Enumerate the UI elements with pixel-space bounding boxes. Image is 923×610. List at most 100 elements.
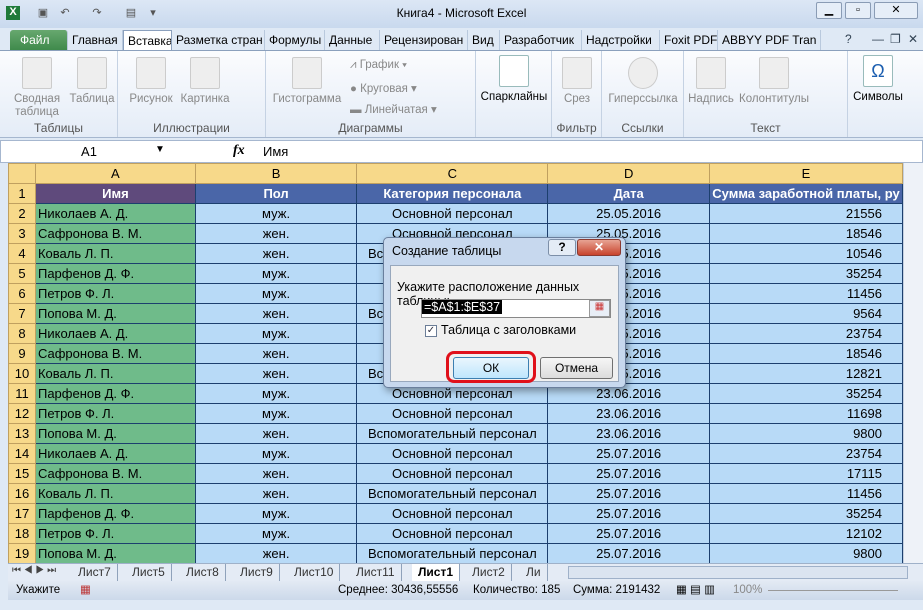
row-header[interactable]: 11 <box>8 383 36 404</box>
minimize-button[interactable]: ▁ <box>816 2 842 19</box>
cell[interactable]: муж. <box>194 523 358 544</box>
maximize-button[interactable]: ▫ <box>845 2 871 19</box>
header-footer-button[interactable]: Колонтитулы <box>738 57 810 106</box>
help-button[interactable]: ? <box>548 239 576 256</box>
cell[interactable]: 18546 <box>708 343 903 364</box>
cell[interactable]: Попова М. Д. <box>34 423 196 444</box>
clipart-button[interactable]: Картинка <box>178 57 232 106</box>
cell[interactable]: 23.06.2016 <box>547 403 710 424</box>
column-header[interactable]: D <box>547 163 710 184</box>
cell[interactable]: 25.07.2016 <box>547 523 710 544</box>
cell[interactable]: жен. <box>194 363 358 384</box>
cell[interactable]: Коваль Л. П. <box>34 483 196 504</box>
view-buttons-icon[interactable]: ▦ ▤ ▥ <box>676 581 715 600</box>
ok-button[interactable]: ОК <box>453 357 529 379</box>
sheet-tab[interactable]: Лист9 <box>234 564 280 581</box>
cell[interactable]: 12102 <box>708 523 903 544</box>
sheet-tab[interactable]: Лист10 <box>288 564 341 581</box>
close-window-button[interactable]: ✕ <box>874 2 918 19</box>
cell[interactable]: муж. <box>194 383 358 404</box>
cell[interactable]: Вспомогательный персонал <box>356 543 549 564</box>
column-header[interactable]: C <box>356 163 549 184</box>
cell[interactable]: 9800 <box>708 543 903 564</box>
cell[interactable]: 25.07.2016 <box>547 463 710 484</box>
cell[interactable]: жен. <box>194 223 358 244</box>
name-box[interactable]: A1 <box>9 143 169 161</box>
collapse-dialog-icon[interactable]: ▦ <box>589 300 610 317</box>
row-header[interactable]: 15 <box>8 463 36 484</box>
cell[interactable]: 35254 <box>708 383 903 404</box>
cell[interactable]: Основной персонал <box>356 403 549 424</box>
cell[interactable]: Парфенов Д. Ф. <box>34 503 196 524</box>
cell[interactable]: 9564 <box>708 303 903 324</box>
slicer-button[interactable]: Срез <box>556 57 598 106</box>
cell[interactable]: 11456 <box>708 483 903 504</box>
zoom-level[interactable]: 100% <box>733 581 762 600</box>
tab-6[interactable]: Рецензирован <box>380 30 468 50</box>
cell[interactable]: Сафронова В. М. <box>34 343 196 364</box>
cell[interactable]: 23.06.2016 <box>547 423 710 444</box>
cell[interactable]: жен. <box>194 463 358 484</box>
column-header[interactable]: B <box>194 163 358 184</box>
ribbon-restore-icon[interactable]: ❐ <box>890 32 901 46</box>
cell[interactable]: жен. <box>194 303 358 324</box>
row-header[interactable]: 8 <box>8 323 36 344</box>
tab-8[interactable]: Разработчик <box>500 30 582 50</box>
vertical-scrollbar[interactable] <box>903 163 923 563</box>
ribbon-minimize-icon[interactable]: — <box>872 32 884 46</box>
cell[interactable]: жен. <box>194 543 358 564</box>
pivot-table-button[interactable]: Сводная таблица <box>12 57 62 119</box>
tab-2[interactable]: Вставка <box>123 30 172 50</box>
cell[interactable]: 23754 <box>708 323 903 344</box>
headers-checkbox[interactable]: ✓ <box>425 325 437 337</box>
cell[interactable]: Категория персонала <box>356 183 549 204</box>
column-header[interactable]: A <box>34 163 196 184</box>
row-header[interactable]: 6 <box>8 283 36 304</box>
tab-10[interactable]: Foxit PDF <box>660 30 718 50</box>
tab-3[interactable]: Разметка стран <box>172 30 265 50</box>
hyperlink-button[interactable]: Гиперссылка <box>606 57 680 106</box>
cell[interactable]: Сафронова В. М. <box>34 223 196 244</box>
tab-9[interactable]: Надстройки <box>582 30 660 50</box>
cell[interactable]: 35254 <box>708 263 903 284</box>
cell[interactable]: 18546 <box>708 223 903 244</box>
cell[interactable]: Парфенов Д. Ф. <box>34 263 196 284</box>
sheet-tab[interactable]: Лист1 <box>412 564 461 581</box>
symbols-button[interactable]: Ω Символы <box>850 55 906 104</box>
range-input[interactable]: =$A$1:$E$37 <box>421 299 611 318</box>
help-icon[interactable]: ? <box>845 32 852 46</box>
sheet-tab[interactable]: Лист7 <box>72 564 118 581</box>
tab-7[interactable]: Вид <box>468 30 500 50</box>
cell[interactable]: Основной персонал <box>356 203 549 224</box>
tab-5[interactable]: Данные <box>325 30 380 50</box>
cell[interactable]: Петров Ф. Л. <box>34 403 196 424</box>
headers-checkbox-label[interactable]: Таблица с заголовками <box>441 323 576 337</box>
cell[interactable]: Попова М. Д. <box>34 543 196 564</box>
cell[interactable]: жен. <box>194 343 358 364</box>
macro-record-icon[interactable]: ▦ <box>80 581 91 600</box>
sheet-nav-arrows-icon[interactable]: ⏮ ◀ ▶ ⏭ <box>12 565 56 576</box>
cell[interactable]: муж. <box>194 323 358 344</box>
ribbon-close-icon[interactable]: ✕ <box>908 32 918 46</box>
select-all-corner[interactable] <box>8 163 36 184</box>
cell[interactable]: 10546 <box>708 243 903 264</box>
cell[interactable]: Вспомогательный персонал <box>356 423 549 444</box>
cancel-button[interactable]: Отмена <box>540 357 613 379</box>
row-header[interactable]: 2 <box>8 203 36 224</box>
row-header[interactable]: 19 <box>8 543 36 564</box>
cell[interactable]: Сумма заработной платы, ру <box>708 183 903 204</box>
cell[interactable]: Коваль Л. П. <box>34 363 196 384</box>
cell[interactable]: 11456 <box>708 283 903 304</box>
tab-1[interactable]: Главная <box>68 30 123 50</box>
tab-4[interactable]: Формулы <box>265 30 325 50</box>
zoom-slider[interactable] <box>768 590 898 591</box>
row-header[interactable]: 18 <box>8 523 36 544</box>
cell[interactable]: Основной персонал <box>356 443 549 464</box>
row-header[interactable]: 16 <box>8 483 36 504</box>
formula-input[interactable]: Имя <box>263 144 288 159</box>
row-header[interactable]: 13 <box>8 423 36 444</box>
cell[interactable]: Николаев А. Д. <box>34 443 196 464</box>
cell[interactable]: Парфенов Д. Ф. <box>34 383 196 404</box>
cell[interactable]: 12821 <box>708 363 903 384</box>
cell[interactable]: 17115 <box>708 463 903 484</box>
